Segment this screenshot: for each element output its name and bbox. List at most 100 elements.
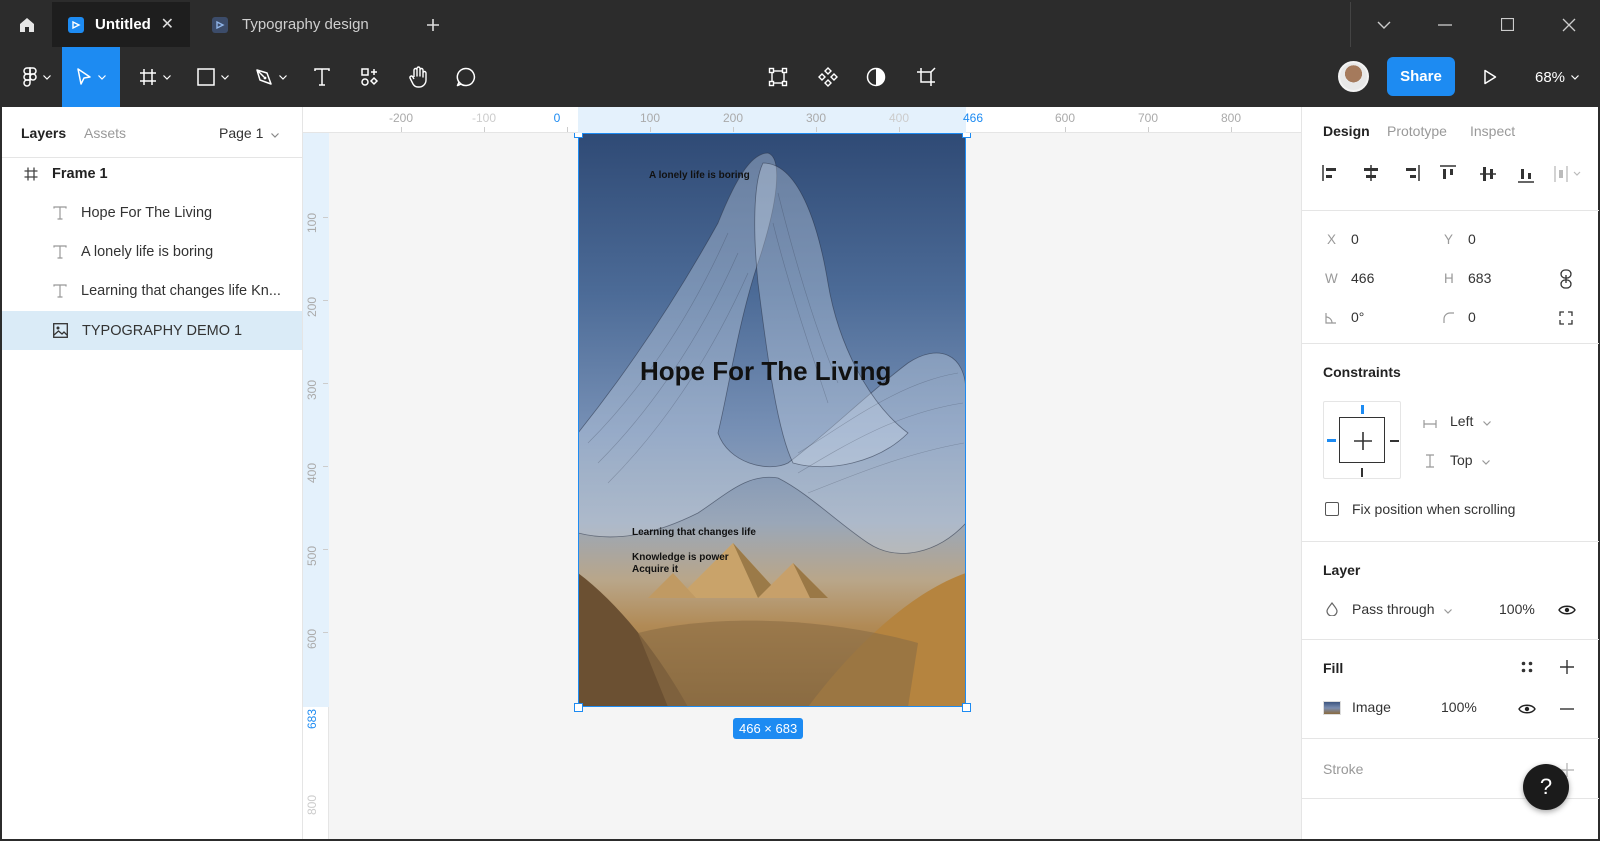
move-tool-button[interactable] — [62, 47, 120, 107]
frame-1[interactable]: A lonely life is boring Hope For The Liv… — [578, 133, 966, 707]
w-label: W — [1325, 271, 1338, 286]
layer-section: Layer Pass through 100% — [1302, 542, 1599, 640]
tab-design[interactable]: Design — [1323, 123, 1370, 139]
layers-panel: Layers Assets Page 1 Frame 1 Hope For Th… — [2, 107, 303, 839]
present-button[interactable] — [1472, 47, 1508, 107]
x-input[interactable]: 0 — [1351, 231, 1359, 247]
align-top-icon[interactable] — [1440, 165, 1456, 183]
ruler-tick — [567, 127, 568, 132]
ruler-tick — [323, 549, 328, 550]
vertical-constraint-select[interactable]: Top — [1450, 452, 1491, 468]
constraint-right-indicator[interactable] — [1390, 440, 1399, 442]
constraint-top-indicator[interactable] — [1361, 405, 1364, 414]
play-icon — [1484, 69, 1497, 85]
zoom-menu[interactable]: 68% — [1535, 47, 1579, 107]
ruler-tick — [733, 127, 734, 132]
tab-list-button[interactable] — [1355, 2, 1413, 47]
align-vertical-center-icon[interactable] — [1480, 165, 1496, 183]
align-right-icon[interactable] — [1402, 165, 1420, 181]
frame-text-learning[interactable]: Learning that changes life — [632, 527, 756, 538]
align-left-icon[interactable] — [1322, 165, 1340, 181]
layer-text-lonely[interactable]: A lonely life is boring — [2, 232, 302, 271]
rotation-input[interactable]: 0° — [1351, 309, 1364, 325]
layer-image-typography-demo[interactable]: TYPOGRAPHY DEMO 1 — [2, 311, 302, 350]
pen-tool-button[interactable] — [246, 47, 296, 107]
chevron-down-icon — [163, 74, 171, 80]
fill-image-swatch[interactable] — [1323, 701, 1341, 715]
fill-type[interactable]: Image — [1352, 699, 1391, 715]
y-label: Y — [1444, 232, 1454, 247]
styles-icon[interactable] — [1520, 660, 1534, 674]
frame-text-acquire[interactable]: Acquire it — [632, 564, 678, 575]
help-button[interactable]: ? — [1523, 764, 1569, 810]
hand-tool-button[interactable] — [400, 47, 436, 107]
comment-tool-button[interactable] — [448, 47, 484, 107]
avatar[interactable] — [1338, 61, 1369, 92]
independent-corners-icon[interactable] — [1559, 311, 1573, 325]
eye-icon[interactable] — [1558, 604, 1576, 616]
frame-tool-button[interactable] — [130, 47, 180, 107]
main-menu-button[interactable] — [12, 47, 62, 107]
left-panel-tabs: Layers Assets Page 1 — [2, 107, 302, 158]
align-horizontal-center-icon[interactable] — [1362, 165, 1380, 181]
components-icon — [361, 68, 379, 86]
divider — [1350, 2, 1351, 47]
add-fill-icon[interactable] — [1560, 660, 1574, 674]
tab-typography-design[interactable]: Typography design — [194, 2, 410, 47]
horizontal-constraint-select[interactable]: Left — [1450, 413, 1492, 429]
frame-text-lonely[interactable]: A lonely life is boring — [649, 170, 750, 181]
ruler-tick — [899, 127, 900, 132]
frame-text-knowledge[interactable]: Knowledge is power — [632, 552, 729, 563]
resize-handle[interactable] — [962, 703, 971, 712]
constraint-left-indicator[interactable] — [1327, 439, 1336, 442]
tab-untitled[interactable]: Untitled ✕ — [52, 2, 190, 47]
canvas[interactable]: A lonely life is boring Hope For The Liv… — [329, 133, 1301, 839]
corner-radius-input[interactable]: 0 — [1468, 309, 1476, 325]
fix-position-checkbox[interactable] — [1325, 502, 1339, 516]
transform-button[interactable] — [760, 47, 796, 107]
y-input[interactable]: 0 — [1468, 231, 1476, 247]
share-button[interactable]: Share — [1387, 57, 1455, 96]
tab-prototype[interactable]: Prototype — [1387, 123, 1447, 139]
text-tool-button[interactable] — [304, 47, 340, 107]
frame-text-title[interactable]: Hope For The Living — [640, 356, 891, 387]
title-bar: Untitled ✕ Typography design — [0, 0, 1600, 47]
layer-frame-1[interactable]: Frame 1 — [2, 154, 302, 193]
resources-button[interactable] — [352, 47, 388, 107]
mask-button[interactable] — [858, 47, 894, 107]
layer-text-learning[interactable]: Learning that changes life Kn... — [2, 271, 302, 310]
eye-icon[interactable] — [1518, 703, 1536, 715]
resize-handle[interactable] — [574, 133, 583, 138]
new-tab-button[interactable] — [418, 2, 448, 47]
width-input[interactable]: 466 — [1351, 270, 1374, 286]
distribute-icon[interactable] — [1554, 166, 1584, 182]
blend-mode-select[interactable]: Pass through — [1352, 601, 1453, 617]
create-component-button[interactable] — [810, 47, 846, 107]
constrain-proportions-icon[interactable] — [1559, 269, 1573, 289]
toolbar: Share 68% — [2, 47, 1598, 107]
constraint-bottom-indicator[interactable] — [1361, 468, 1363, 477]
ruler-label: 300 — [805, 111, 827, 125]
tab-inspect[interactable]: Inspect — [1470, 123, 1515, 139]
align-bottom-icon[interactable] — [1518, 165, 1534, 183]
close-window-button[interactable] — [1540, 2, 1598, 47]
minimize-button[interactable] — [1416, 2, 1474, 47]
home-button[interactable] — [2, 2, 52, 47]
ruler-label: 400 — [305, 462, 319, 483]
layer-text-hope[interactable]: Hope For The Living — [2, 193, 302, 232]
fill-opacity-input[interactable]: 100% — [1441, 699, 1477, 715]
crop-button[interactable] — [908, 47, 944, 107]
height-input[interactable]: 683 — [1468, 270, 1491, 286]
tab-assets[interactable]: Assets — [84, 125, 126, 141]
constraints-widget[interactable] — [1323, 401, 1401, 479]
transform-icon — [768, 67, 788, 87]
page-selector[interactable]: Page 1 — [219, 125, 280, 141]
resize-handle[interactable] — [574, 703, 583, 712]
layer-opacity-input[interactable]: 100% — [1499, 601, 1535, 617]
resize-handle[interactable] — [962, 133, 971, 138]
shape-tool-button[interactable] — [188, 47, 238, 107]
close-tab-icon[interactable]: ✕ — [161, 14, 174, 34]
tab-layers[interactable]: Layers — [21, 125, 66, 141]
maximize-button[interactable] — [1478, 2, 1536, 47]
remove-fill-icon[interactable] — [1560, 708, 1574, 710]
